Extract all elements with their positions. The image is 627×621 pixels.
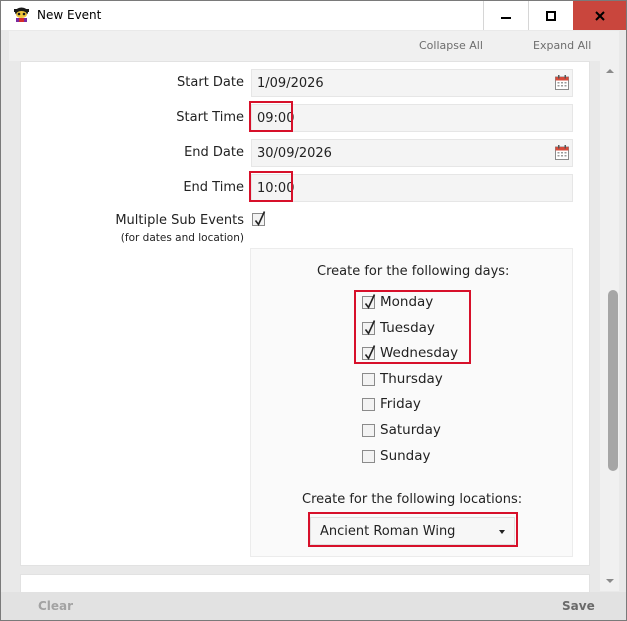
end-date-field[interactable]: 30/09/2026 <box>251 139 573 167</box>
close-button[interactable] <box>573 1 626 30</box>
vertical-scrollbar[interactable] <box>600 61 619 591</box>
maximize-icon <box>546 10 556 21</box>
location-highlight <box>308 512 518 547</box>
clear-button[interactable]: Clear <box>38 599 73 613</box>
toolbar: Collapse All Expand All <box>9 31 619 61</box>
multiple-sub-events-label: Multiple Sub Events <box>115 213 244 228</box>
day-checkbox-sunday[interactable] <box>362 449 375 463</box>
start-date-field[interactable]: 1/09/2026 <box>251 69 573 97</box>
day-label: Sunday <box>380 447 431 464</box>
calendar-icon[interactable] <box>555 75 569 90</box>
end-date-value: 30/09/2026 <box>257 146 332 161</box>
days-heading: Create for the following days: <box>317 264 510 279</box>
sub-events-panel: Create for the following days: Monday Tue… <box>250 248 573 557</box>
close-icon <box>594 10 605 21</box>
end-time-label: End Time <box>183 180 244 195</box>
expand-all-button[interactable]: Expand All <box>533 39 591 52</box>
start-date-label: Start Date <box>177 75 244 90</box>
scroll-up-icon[interactable] <box>606 69 614 73</box>
locations-heading: Create for the following locations: <box>302 492 523 507</box>
collapse-all-button[interactable]: Collapse All <box>419 39 483 52</box>
day-label: Saturday <box>380 422 441 438</box>
window-title: New Event <box>37 8 102 22</box>
multiple-sub-events-hint: (for dates and location) <box>120 232 244 244</box>
day-checkbox-saturday[interactable] <box>362 424 375 437</box>
start-date-value: 1/09/2026 <box>257 76 324 91</box>
end-date-label: End Date <box>184 145 244 160</box>
multiple-sub-events-checkbox[interactable] <box>252 211 266 227</box>
scrollbar-thumb[interactable] <box>608 290 618 471</box>
end-time-field[interactable]: 10:00 <box>251 174 573 202</box>
start-time-label: Start Time <box>176 110 244 125</box>
maximize-button[interactable] <box>528 1 573 30</box>
selected-days-highlight <box>354 290 471 364</box>
day-label: Friday <box>380 396 421 413</box>
scroll-down-icon[interactable] <box>606 579 614 583</box>
end-time-highlight <box>249 171 293 202</box>
footer-bar: Clear Save <box>1 592 626 620</box>
event-form-panel: Start Date 1/09/2026 Start Time 09:00 En… <box>20 61 590 566</box>
next-section-panel <box>20 574 590 592</box>
minimize-icon <box>501 16 511 19</box>
save-button[interactable]: Save <box>562 599 595 613</box>
checkmark-icon <box>254 211 266 227</box>
new-event-window: New Event Collapse All Expand All Start … <box>0 0 627 621</box>
start-time-field[interactable]: 09:00 <box>251 104 573 132</box>
day-checkbox-thursday[interactable] <box>362 372 375 386</box>
minimize-button[interactable] <box>483 1 528 30</box>
start-time-highlight <box>249 101 293 132</box>
title-bar: New Event <box>1 1 626 30</box>
day-checkbox-friday[interactable] <box>362 398 375 412</box>
day-label: Thursday <box>380 370 443 387</box>
calendar-icon[interactable] <box>555 145 569 160</box>
event-app-icon <box>14 7 29 22</box>
